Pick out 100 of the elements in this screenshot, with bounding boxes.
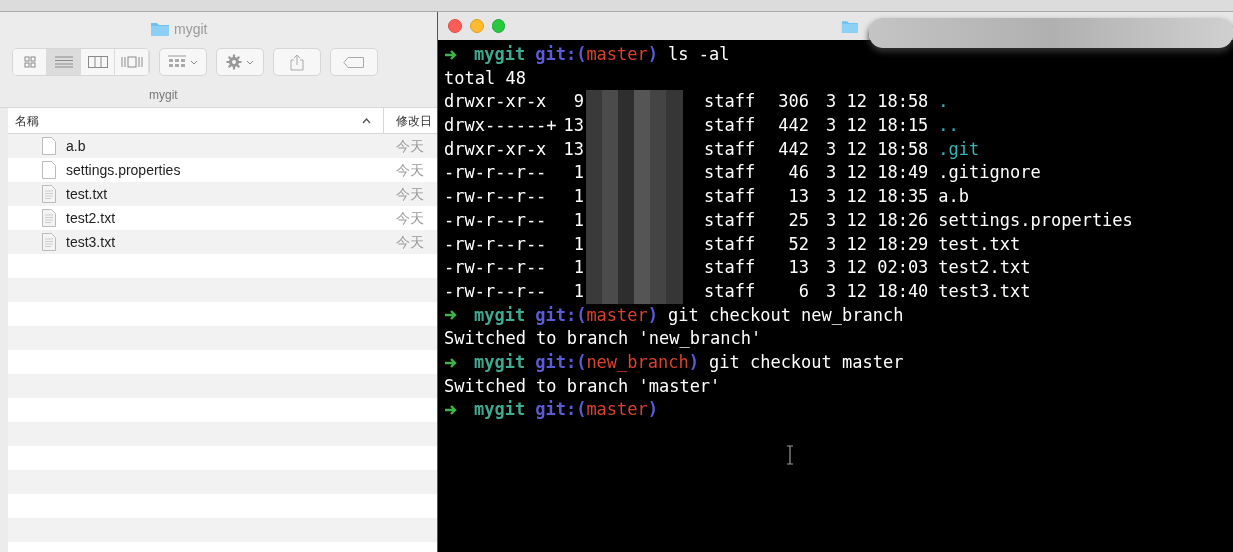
file-name: test.txt (66, 184, 108, 204)
chevron-down-icon (246, 59, 254, 65)
arrow-right-icon (444, 404, 458, 417)
output-text: total 48 (444, 66, 526, 90)
prompt-branch: new_branch (586, 350, 689, 374)
command-text: git checkout new_branch (668, 303, 904, 327)
group-name: staff (704, 161, 756, 185)
text-file-icon (42, 185, 56, 203)
file-name: test2.txt (66, 208, 116, 228)
close-button[interactable] (448, 19, 462, 33)
entry-name: a.b (938, 185, 970, 209)
link-count: 1 (572, 185, 584, 209)
file-size: 306 (777, 90, 809, 114)
group-name: staff (704, 256, 756, 280)
group-name: staff (704, 185, 756, 209)
entry-name: .git (938, 137, 980, 161)
folder-icon (841, 18, 860, 34)
modified-time: 3 12 18:35 (826, 185, 929, 209)
action-button[interactable] (216, 48, 264, 76)
column-header[interactable]: 名稱 (8, 108, 384, 133)
file-name: settings.properties (66, 160, 181, 180)
modified-date: 今天 (395, 184, 424, 204)
entry-name: test.txt (938, 232, 1021, 256)
file-row[interactable]: a.b 今天 (8, 134, 437, 158)
path-label: mygit (149, 86, 178, 104)
group-name: staff (704, 279, 756, 303)
group-name: staff (704, 137, 756, 161)
column-label: 名稱 (15, 112, 39, 130)
folder-icon (150, 21, 170, 37)
file-size: 13 (787, 185, 809, 209)
prompt-git-close: ) (688, 350, 699, 374)
link-count: 9 (572, 90, 584, 114)
tag-button[interactable] (330, 48, 378, 76)
text-file-icon (42, 209, 56, 227)
text-cursor-icon (786, 445, 794, 465)
prompt-directory: mygit (474, 43, 526, 66)
minimize-button[interactable] (469, 19, 484, 33)
document-icon (42, 161, 56, 179)
tag-icon (343, 56, 365, 68)
link-count: 13 (562, 137, 584, 161)
entry-name: test2.txt (938, 256, 1031, 280)
permissions: -rw-r--r-- (444, 279, 548, 303)
prompt-directory: mygit (474, 398, 526, 422)
grid-icon (23, 56, 36, 68)
file-size: 442 (777, 137, 809, 161)
view-mode-button[interactable] (13, 49, 47, 75)
permissions: drwxr-xr-x (444, 137, 548, 161)
modified-time: 3 12 18:58 (826, 137, 929, 161)
window-title: mygit (174, 19, 208, 39)
modified-time: 3 12 18:15 (826, 114, 929, 138)
prompt-git-open: git:( (535, 303, 587, 327)
permissions: drwx------+ (444, 114, 558, 138)
column-header[interactable]: 修改日 (384, 108, 437, 133)
permissions: -rw-r--r-- (444, 161, 548, 185)
modified-date: 今天 (395, 160, 424, 180)
file-name: test3.txt (66, 232, 116, 252)
prompt-branch: master (586, 303, 648, 327)
file-size: 442 (777, 114, 809, 138)
modified-time: 3 12 18:26 (826, 208, 929, 232)
group-name: staff (704, 114, 756, 138)
cover-flow-icon (120, 56, 143, 68)
link-count: 1 (572, 161, 584, 185)
share-button[interactable] (273, 48, 321, 76)
arrange-button[interactable] (159, 48, 207, 76)
command-text: git checkout master (709, 350, 904, 374)
prompt-branch: master (586, 398, 648, 422)
modified-date: 今天 (395, 208, 424, 228)
arrow-right-icon (444, 48, 458, 61)
document-icon (42, 137, 56, 155)
entry-name: . (938, 90, 949, 114)
permissions: -rw-r--r-- (444, 256, 548, 280)
prompt-git-close: ) (647, 398, 659, 422)
prompt-git-open: git:( (535, 398, 587, 422)
file-size: 52 (787, 232, 809, 256)
share-icon (290, 53, 304, 71)
prompt-git-close: ) (647, 43, 659, 66)
modified-date: 今天 (395, 232, 424, 252)
file-size: 46 (787, 161, 809, 185)
arrow-right-icon (444, 309, 458, 322)
file-row[interactable]: test.txt 今天 (8, 182, 437, 206)
arrow-right-icon (444, 356, 458, 369)
permissions: drwxr-xr-x (444, 90, 548, 114)
modified-time: 3 12 02:03 (826, 256, 929, 280)
modified-date: 今天 (395, 136, 424, 156)
output-text: Switched to branch 'master' (444, 374, 721, 398)
entry-name: .. (938, 114, 959, 138)
file-row[interactable]: test3.txt 今天 (8, 230, 437, 254)
prompt-git-open: git:( (535, 350, 587, 374)
permissions: -rw-r--r-- (444, 232, 548, 256)
link-count: 13 (562, 114, 584, 138)
link-count: 1 (572, 279, 584, 303)
view-mode-button[interactable] (47, 49, 81, 75)
output-text: Switched to branch 'new_branch' (444, 327, 762, 351)
prompt-git-open: git:( (535, 43, 587, 66)
modified-time: 3 12 18:58 (826, 90, 929, 114)
group-name: staff (704, 232, 756, 256)
zoom-button[interactable] (491, 19, 506, 33)
group-name: staff (704, 208, 756, 232)
link-count: 1 (572, 232, 584, 256)
modified-time: 3 12 18:40 (826, 279, 929, 303)
